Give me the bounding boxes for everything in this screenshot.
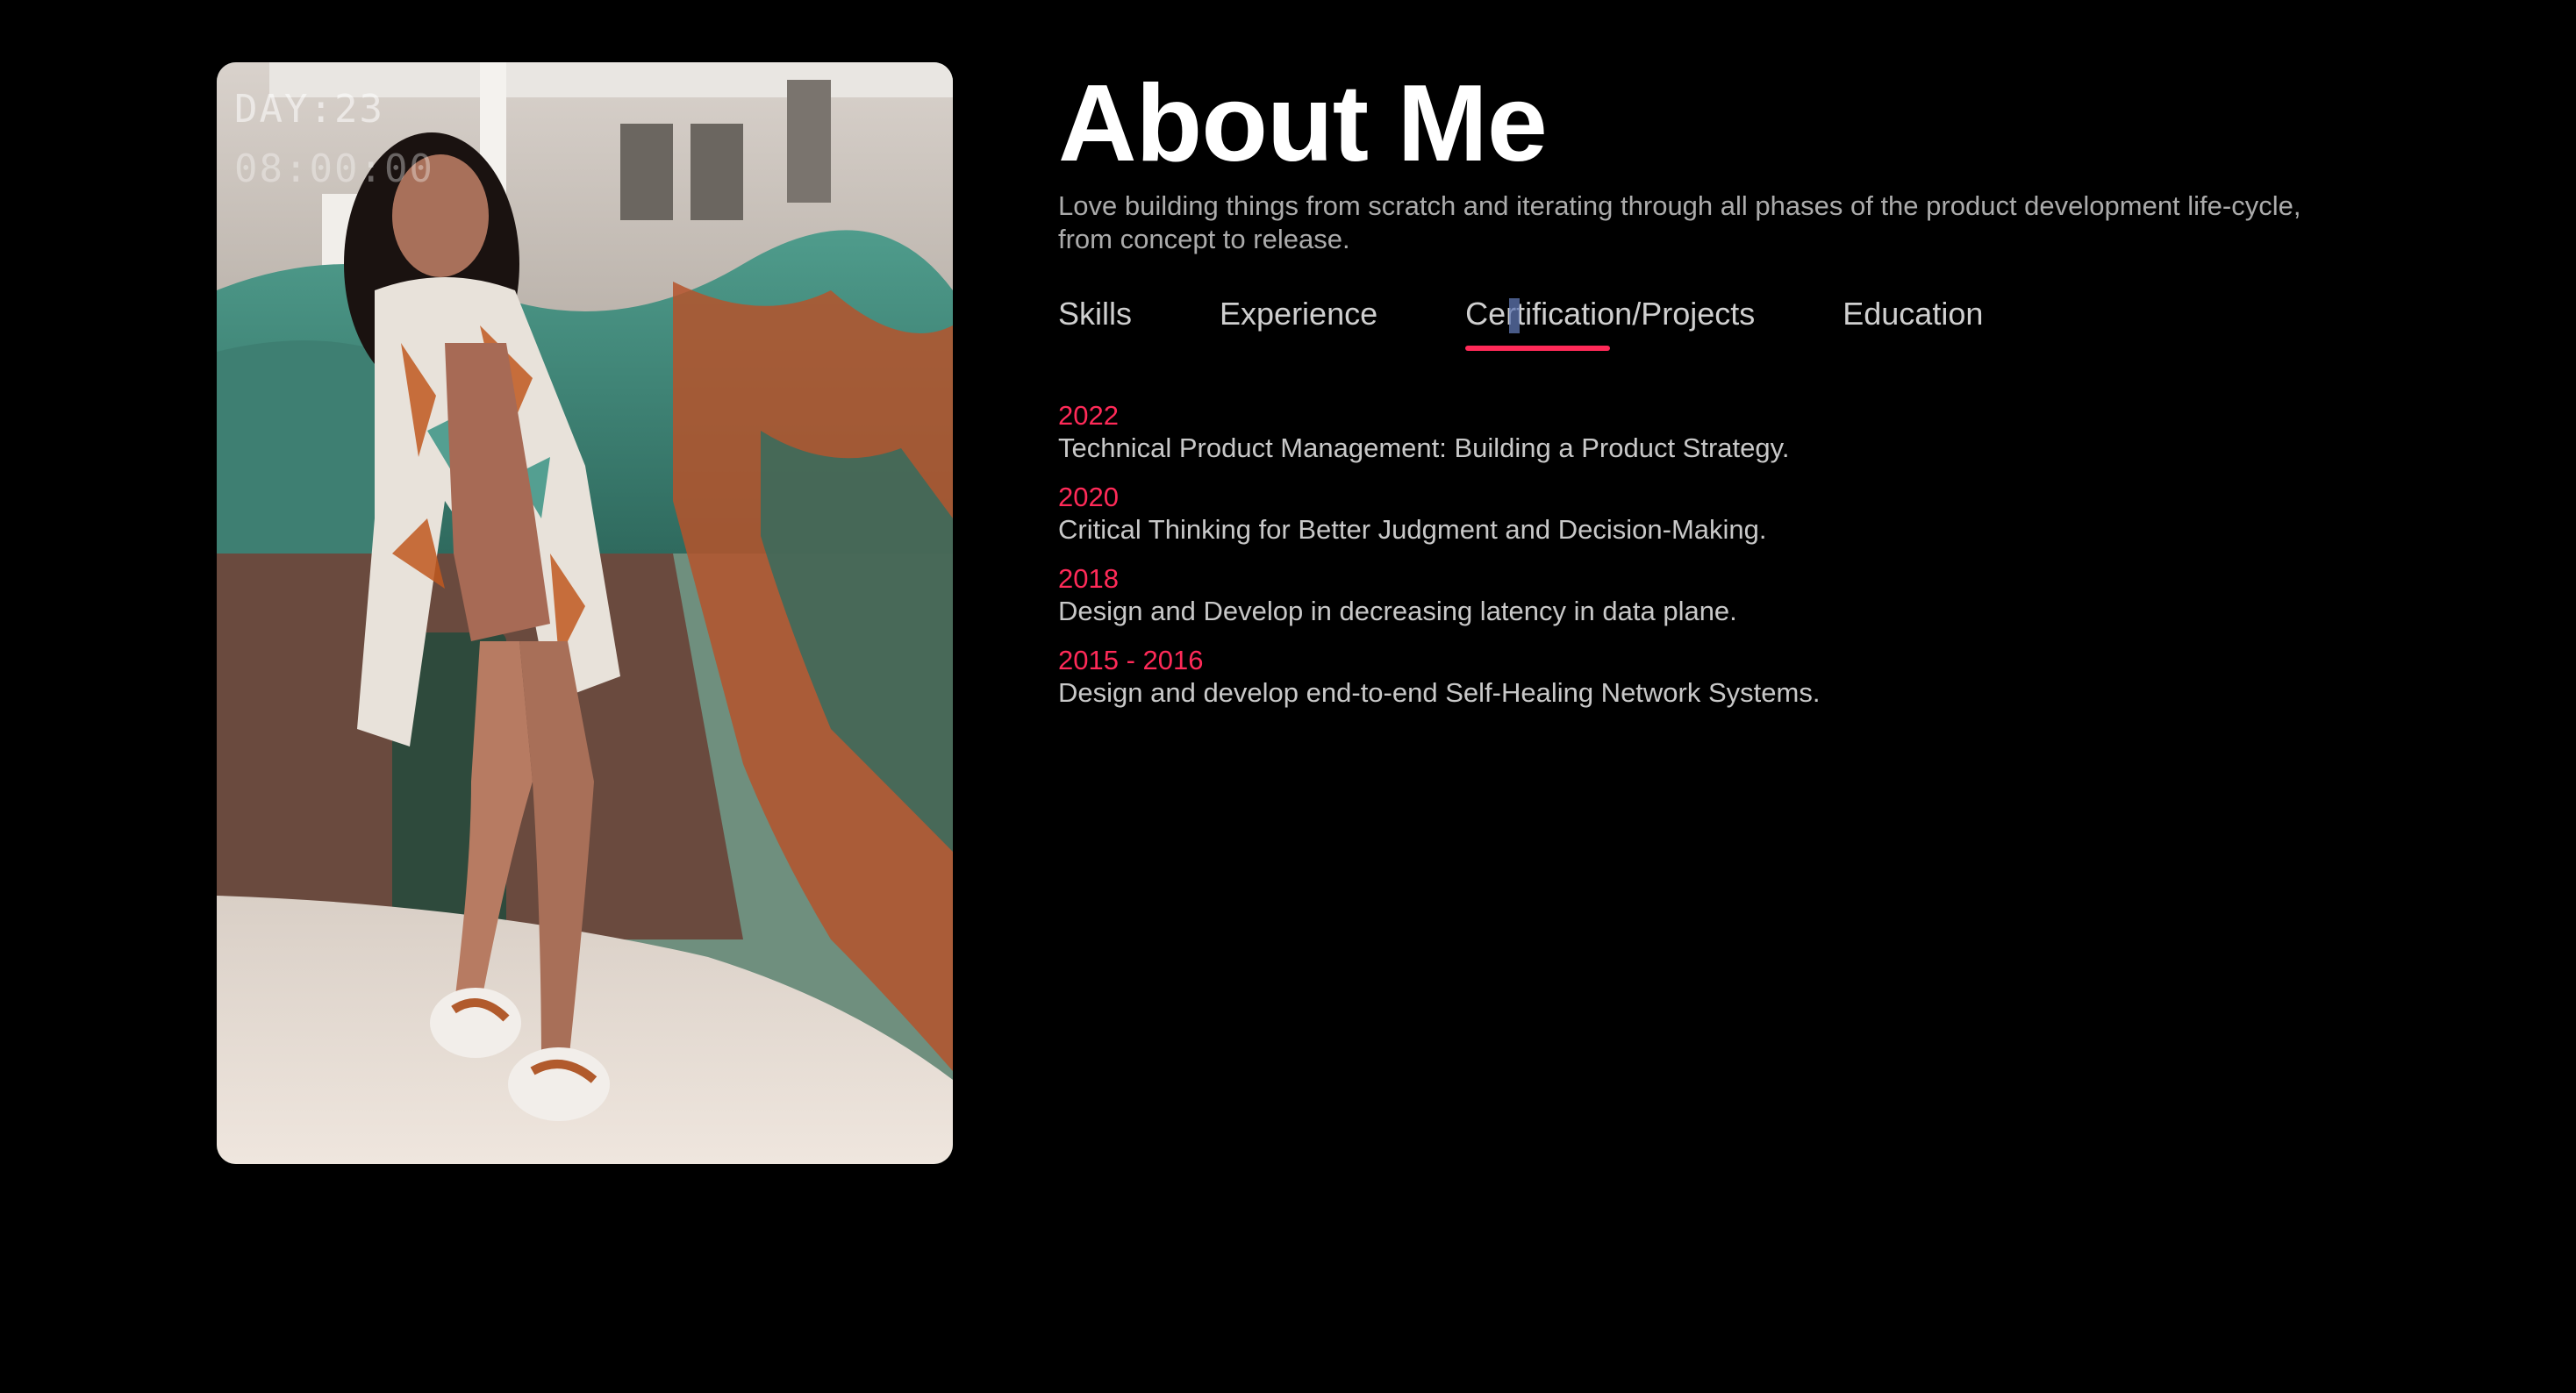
tab-label: Skills bbox=[1058, 296, 1133, 332]
photo-time-stamp: 08:00:00 bbox=[234, 146, 434, 191]
entry-year: 2018 bbox=[1058, 563, 1119, 594]
profile-photo-image bbox=[217, 62, 953, 1164]
tab-label: Education bbox=[1843, 296, 1984, 332]
about-content: About Me Love building things from scrat… bbox=[1058, 58, 2304, 726]
entry-description: Critical Thinking for Better Judgment an… bbox=[1058, 514, 1767, 545]
list-item: 2022 Technical Product Management: Build… bbox=[1058, 400, 2304, 465]
list-item: 2015 - 2016 Design and develop end-to-en… bbox=[1058, 645, 2304, 710]
photo-date-stamp: DAY:23 bbox=[234, 87, 384, 132]
tab-label: Experience bbox=[1220, 296, 1378, 332]
entry-description: Design and Develop in decreasing latency… bbox=[1058, 596, 1737, 626]
certification-list: 2022 Technical Product Management: Build… bbox=[1058, 400, 2304, 710]
list-item: 2020 Critical Thinking for Better Judgme… bbox=[1058, 482, 2304, 546]
entry-year: 2022 bbox=[1058, 400, 1119, 431]
profile-photo: DAY:23 08:00:00 bbox=[217, 62, 953, 1164]
entry-year: 2020 bbox=[1058, 482, 1119, 512]
tab-bar: Skills Experience Certification/Projects… bbox=[1058, 289, 2304, 351]
page-title: About Me bbox=[1058, 63, 1548, 184]
list-item: 2018 Design and Develop in decreasing la… bbox=[1058, 563, 2304, 628]
tab-experience[interactable]: Experience bbox=[1220, 289, 1377, 351]
entry-year: 2015 - 2016 bbox=[1058, 645, 1204, 675]
tab-education[interactable]: Education bbox=[1843, 289, 1983, 351]
tab-skills[interactable]: Skills bbox=[1058, 289, 1132, 351]
entry-description: Technical Product Management: Building a… bbox=[1058, 432, 1790, 463]
text-cursor bbox=[1509, 298, 1521, 333]
tab-certification-projects[interactable]: Certification/Projects bbox=[1465, 289, 1755, 351]
active-tab-underline bbox=[1465, 346, 1611, 351]
entry-description: Design and develop end-to-end Self-Heali… bbox=[1058, 677, 1821, 708]
about-section: DAY:23 08:00:00 About Me Love building t… bbox=[0, 0, 2576, 1393]
intro-text: Love building things from scratch and it… bbox=[1058, 190, 2301, 254]
